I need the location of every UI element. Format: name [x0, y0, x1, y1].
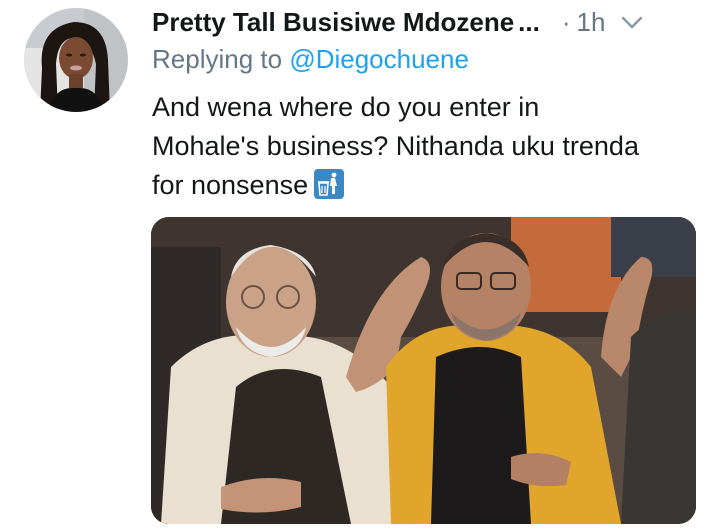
tweet-text-line: Mohale's business? Nithanda uku trenda — [152, 131, 639, 161]
timestamp[interactable]: 1h — [577, 7, 606, 38]
photo-two-men-clapping — [151, 217, 696, 524]
chevron-down-icon[interactable] — [617, 7, 647, 37]
tweet-text-line-with-emoji: for nonsense — [152, 166, 702, 205]
tweet-header: Pretty Tall Busisiwe Mdozene ... · 1h — [152, 4, 702, 40]
tweet-text-line: for nonsense — [152, 170, 309, 200]
tweet[interactable]: Pretty Tall Busisiwe Mdozene ... · 1h Re… — [0, 0, 720, 529]
tweet-text-line: And wena where do you enter in — [152, 92, 540, 122]
tweet-text: And wena where do you enter in Mohale's … — [152, 88, 702, 205]
reply-handle-link[interactable]: @Diegochuene — [289, 44, 469, 74]
timestamp-separator: · — [561, 6, 571, 37]
avatar[interactable] — [24, 8, 128, 112]
put-litter-in-its-place-icon — [314, 169, 345, 199]
avatar-photo — [24, 8, 128, 112]
replying-to: Replying to @Diegochuene — [152, 44, 469, 75]
replying-to-label: Replying to — [152, 44, 283, 74]
author-display-name[interactable]: Pretty Tall Busisiwe Mdozene — [152, 7, 514, 38]
name-truncation: ... — [518, 6, 540, 37]
tweet-photo[interactable] — [151, 217, 696, 524]
